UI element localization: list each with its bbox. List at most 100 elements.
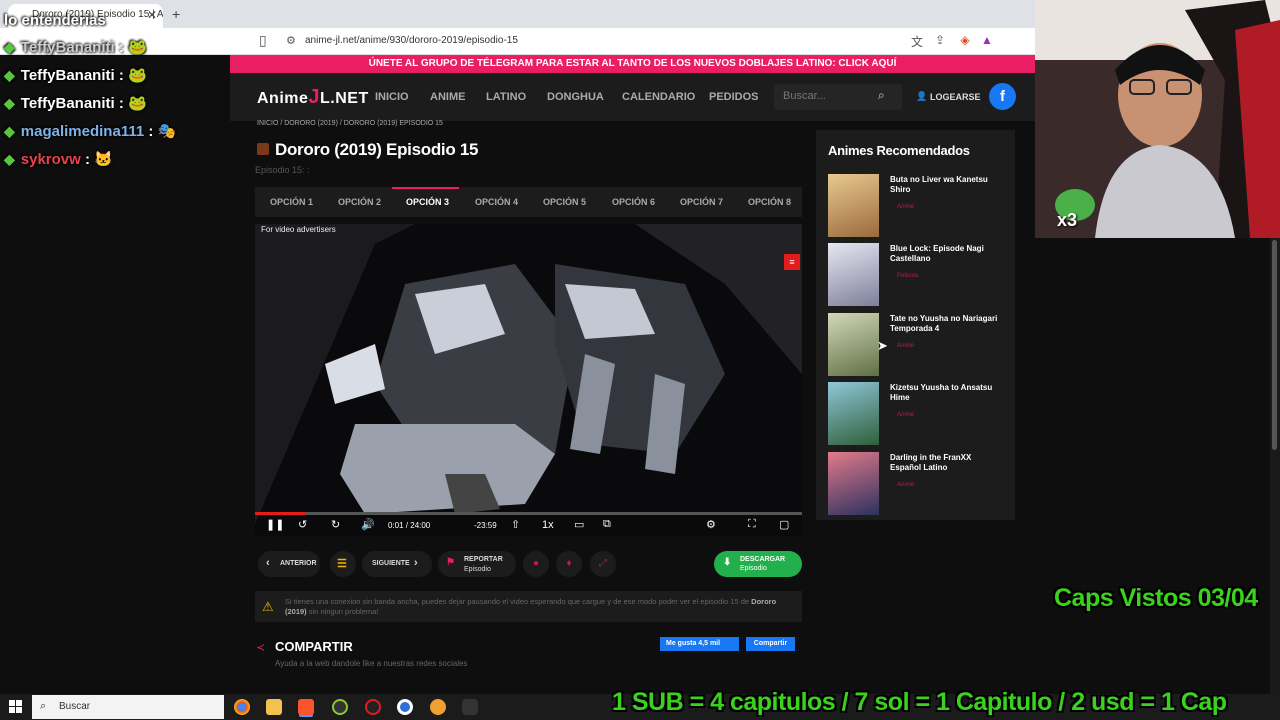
facebook-share-button[interactable]: Compartir bbox=[746, 637, 795, 651]
search-input[interactable]: Buscar... bbox=[783, 90, 826, 102]
nav-latino[interactable]: LATINO bbox=[486, 91, 526, 103]
option-tab[interactable]: OPCIÓN 1 bbox=[270, 197, 313, 207]
option-tab[interactable]: OPCIÓN 7 bbox=[680, 197, 723, 207]
new-tab-icon[interactable]: + bbox=[172, 6, 180, 22]
anime-type-tag: Pelicula bbox=[897, 273, 919, 279]
facebook-like-button[interactable]: Me gusta 4,5 mil bbox=[660, 637, 739, 651]
game-controller-icon[interactable] bbox=[462, 699, 478, 715]
breadcrumb[interactable]: INICIO / DORORO (2019) / DORORO (2019) E… bbox=[257, 120, 443, 127]
previous-episode-button[interactable]: ‹ ANTERIOR bbox=[258, 551, 320, 577]
chat-separator: : bbox=[144, 123, 154, 140]
chrome-icon[interactable] bbox=[234, 699, 250, 715]
share-video-icon[interactable]: ⇧ bbox=[511, 518, 520, 531]
anime-thumbnail[interactable] bbox=[828, 382, 879, 445]
expand-icon[interactable]: ⤢ bbox=[590, 551, 616, 577]
close-tab-icon[interactable]: ✕ bbox=[147, 8, 157, 22]
chat-separator: : bbox=[80, 151, 90, 168]
report-button[interactable]: ⚑ REPORTAR Episodio bbox=[438, 551, 516, 577]
pip-icon[interactable]: ⧉ bbox=[603, 518, 611, 531]
taskbar-search[interactable]: Buscar bbox=[32, 695, 224, 719]
anime-thumbnail[interactable] bbox=[828, 174, 879, 237]
forward-icon[interactable]: ↻ bbox=[331, 518, 340, 531]
pause-icon[interactable]: ❚❚ bbox=[266, 518, 284, 531]
brave-shield-icon[interactable]: ◈ bbox=[957, 33, 973, 49]
nav-pedidos[interactable]: PEDIDOS bbox=[709, 91, 759, 103]
anime-thumbnail[interactable] bbox=[828, 243, 879, 306]
anime-icon bbox=[257, 143, 269, 155]
chat-username: magalimedina111 bbox=[20, 123, 145, 140]
fullscreen-icon[interactable]: ⛶ bbox=[748, 518, 756, 531]
chevron-right-icon: › bbox=[414, 557, 418, 569]
bookmark-icon[interactable]: ▯ bbox=[259, 32, 267, 49]
anime-title[interactable]: Blue Lock: Episode Nagi Castellano bbox=[890, 244, 1002, 264]
brave-rewards-icon[interactable]: ▲ bbox=[979, 33, 995, 49]
player-menu-icon[interactable]: ≡ bbox=[784, 254, 800, 270]
next-episode-button[interactable]: SIGUIENTE › bbox=[362, 551, 432, 577]
nav-calendario[interactable]: CALENDARIO bbox=[622, 91, 695, 103]
rewind-icon[interactable]: ↺ bbox=[298, 518, 307, 531]
file-explorer-icon[interactable] bbox=[266, 699, 282, 715]
report-label: REPORTAR bbox=[464, 556, 503, 563]
chat-separator: : bbox=[114, 39, 124, 56]
cast-icon[interactable]: ▢ bbox=[779, 518, 789, 531]
facebook-icon[interactable]: f bbox=[989, 83, 1016, 110]
translate-icon[interactable]: 文 bbox=[909, 33, 925, 49]
app-icon[interactable] bbox=[332, 699, 348, 715]
subtitles-icon[interactable]: ▭ bbox=[574, 518, 584, 531]
option-tab[interactable]: OPCIÓN 5 bbox=[543, 197, 586, 207]
webcam-badge: x3 bbox=[1057, 210, 1078, 230]
option-tab[interactable]: OPCIÓN 6 bbox=[612, 197, 655, 207]
volume-icon[interactable]: 🔊 bbox=[361, 518, 375, 531]
app-icon[interactable] bbox=[365, 699, 381, 715]
chat-username: sykrovw bbox=[20, 151, 81, 168]
view-icon[interactable]: ● bbox=[523, 551, 549, 577]
nav-donghua[interactable]: DONGHUA bbox=[547, 91, 604, 103]
anime-thumbnail[interactable] bbox=[828, 313, 879, 376]
download-button[interactable]: ⬇ DESCARGAR Episodio bbox=[714, 551, 802, 577]
mouse-cursor-icon: ➤ bbox=[877, 338, 888, 353]
page-title: Dororo (2019) Episodio 15 bbox=[275, 140, 479, 159]
option-tab-active[interactable]: OPCIÓN 3 bbox=[406, 197, 449, 207]
site-logo[interactable]: AnimeJL.NET bbox=[257, 86, 369, 109]
sub-price-overlay: 1 SUB = 4 capitulos / 7 sol = 1 Capitulo… bbox=[612, 688, 1227, 716]
app-icon[interactable] bbox=[430, 699, 446, 715]
search-icon[interactable]: ⌕ bbox=[878, 88, 885, 103]
option-tab[interactable]: OPCIÓN 2 bbox=[338, 197, 381, 207]
obs-icon[interactable] bbox=[397, 699, 413, 715]
anime-title[interactable]: Buta no Liver wa Kanetsu Shiro bbox=[890, 175, 1002, 195]
login-button[interactable]: 👤 LOGEARSE bbox=[912, 84, 982, 110]
chat-separator: : bbox=[114, 67, 124, 84]
url-text[interactable]: anime-jl.net/anime/930/dororo-2019/episo… bbox=[305, 35, 518, 46]
progress-track[interactable] bbox=[255, 512, 802, 515]
chat-message: ◆ sykrovw : 🐱 bbox=[4, 150, 113, 176]
playback-speed[interactable]: 1x bbox=[542, 519, 554, 531]
chat-message: ◆ TeffyBananiti : 🐸 bbox=[4, 94, 147, 120]
lightbulb-icon[interactable]: ♦ bbox=[556, 551, 582, 577]
chat-badge-icon: ◆ bbox=[4, 95, 15, 111]
nav-inicio[interactable]: INICIO bbox=[375, 91, 409, 103]
settings-icon[interactable]: ⚙ bbox=[706, 518, 716, 531]
share-page-icon[interactable]: ⇪ bbox=[932, 33, 948, 49]
anime-title[interactable]: Tate no Yuusha no Nariagari Temporada 4 bbox=[890, 314, 1002, 334]
download-sublabel: Episodio bbox=[740, 565, 767, 572]
windows-start-icon[interactable] bbox=[9, 700, 23, 714]
scrollbar-thumb[interactable] bbox=[1272, 240, 1277, 450]
anime-thumbnail[interactable] bbox=[828, 452, 879, 515]
user-icon: 👤 bbox=[916, 91, 928, 101]
nav-anime[interactable]: ANIME bbox=[430, 91, 465, 103]
prev-label: ANTERIOR bbox=[280, 560, 317, 567]
video-player[interactable] bbox=[255, 224, 802, 536]
chat-username: TeffyBananiti bbox=[20, 67, 115, 84]
option-tab[interactable]: OPCIÓN 4 bbox=[475, 197, 518, 207]
anime-title[interactable]: Kizetsu Yuusha to Ansatsu Hime bbox=[890, 383, 1002, 403]
site-info-icon[interactable]: ⚙ bbox=[286, 34, 296, 47]
option-tab[interactable]: OPCIÓN 8 bbox=[748, 197, 791, 207]
brave-icon[interactable] bbox=[298, 699, 314, 715]
share-icon: ≺ bbox=[256, 642, 266, 654]
chat-message: ◆ TeffyBananiti : 🐸 bbox=[4, 66, 147, 92]
anime-title[interactable]: Darling in the FranXX Español Latino bbox=[890, 453, 1002, 473]
telegram-banner[interactable]: ÚNETE AL GRUPO DE TÉLEGRAM PARA ESTAR AL… bbox=[230, 55, 1035, 73]
caps-watched-overlay: Caps Vistos 03/04 bbox=[1054, 584, 1258, 612]
chat-overflow-text: lo entenderias bbox=[4, 12, 106, 29]
episode-list-button[interactable]: ☰ bbox=[330, 551, 356, 577]
